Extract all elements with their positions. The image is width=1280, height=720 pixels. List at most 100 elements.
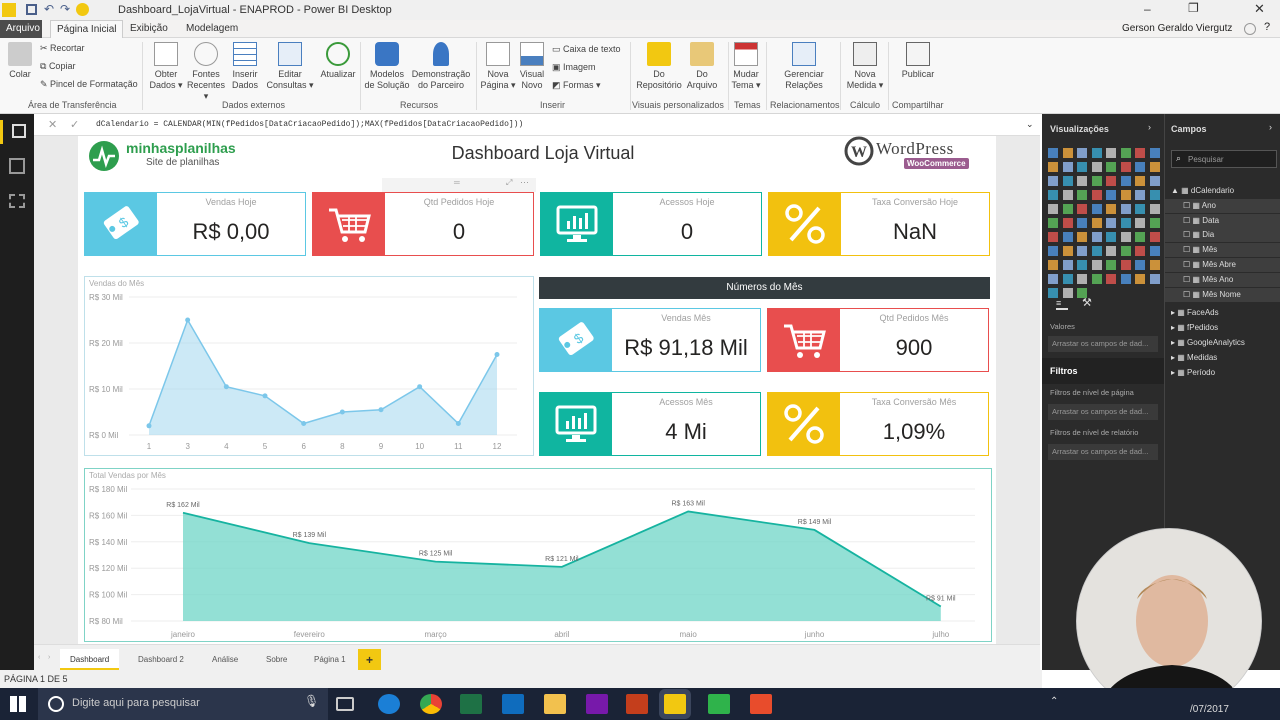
from-store-button[interactable]: Do Repositório xyxy=(634,42,684,91)
get-data-button[interactable]: Obter Dados ▾ xyxy=(148,42,184,91)
task-view-icon[interactable] xyxy=(336,697,354,711)
copy-button[interactable]: ⧉ Copiar xyxy=(40,61,75,72)
visual-type-icon[interactable] xyxy=(1062,204,1073,214)
notifications-chevron-icon[interactable]: ⌃ xyxy=(1050,696,1058,707)
visual-type-icon[interactable] xyxy=(1149,190,1160,200)
tab-dashboard[interactable]: Dashboard xyxy=(60,649,120,671)
smiley-feedback-icon[interactable] xyxy=(1244,23,1256,35)
visual-type-icon[interactable] xyxy=(1062,232,1073,242)
table-item[interactable]: ▸ ▦ Medidas xyxy=(1165,351,1280,365)
visual-type-icon[interactable] xyxy=(1048,148,1058,158)
shapes-button[interactable]: ◩ Formas ▾ xyxy=(552,80,601,91)
edge-icon[interactable] xyxy=(378,694,400,714)
powerbi-icon[interactable] xyxy=(664,694,686,714)
visual-type-icon[interactable] xyxy=(1091,176,1102,186)
more-options-icon[interactable]: ⋯ xyxy=(520,177,529,188)
data-point[interactable] xyxy=(185,317,191,323)
visual-type-icon[interactable] xyxy=(1120,148,1131,158)
data-point[interactable] xyxy=(417,384,423,390)
visual-type-icon[interactable] xyxy=(1062,148,1073,158)
excel-icon[interactable] xyxy=(460,694,482,714)
data-point[interactable] xyxy=(301,421,307,426)
tab-sobre[interactable]: Sobre xyxy=(256,649,297,671)
visual-type-icon[interactable] xyxy=(1149,176,1160,186)
solution-templates-button[interactable]: Modelos de Solução xyxy=(364,42,410,91)
smiley-icon[interactable] xyxy=(76,3,89,16)
data-point[interactable] xyxy=(339,409,345,415)
visual-type-icon[interactable] xyxy=(1135,204,1145,214)
visual-type-icon[interactable] xyxy=(1135,148,1145,158)
visual-type-icon[interactable] xyxy=(1062,260,1073,270)
visual-type-icon[interactable] xyxy=(1062,162,1073,172)
visual-type-icon[interactable] xyxy=(1077,176,1087,186)
save-icon[interactable] xyxy=(26,4,37,15)
monthly-sales-chart[interactable]: Vendas do Mês R$ 0 Mil R$ 10 Mil R$ 20 Mil… xyxy=(84,276,534,456)
enter-data-button[interactable]: Inserir Dados xyxy=(230,42,260,91)
visual-type-icon[interactable] xyxy=(1048,218,1058,228)
month-kpi-card[interactable]: Acessos Mês 4 Mi xyxy=(539,392,761,456)
visual-type-icon[interactable] xyxy=(1048,274,1058,284)
paste-button[interactable]: Colar xyxy=(8,42,32,80)
visual-type-icon[interactable] xyxy=(1149,232,1160,242)
visual-type-icon[interactable] xyxy=(1091,260,1102,270)
chrome-icon[interactable] xyxy=(420,694,442,714)
visual-type-icon[interactable] xyxy=(1048,190,1058,200)
visual-type-icon[interactable] xyxy=(1091,232,1102,242)
tab-analise[interactable]: Análise xyxy=(202,649,248,671)
data-point[interactable] xyxy=(223,384,229,390)
fields-tab-icon[interactable]: ≡ xyxy=(1056,298,1068,310)
visual-type-icon[interactable] xyxy=(1077,260,1087,270)
visual-type-icon[interactable] xyxy=(1120,246,1131,256)
windows-start-icon[interactable] xyxy=(10,696,26,712)
visual-type-icon[interactable] xyxy=(1048,204,1058,214)
switch-theme-button[interactable]: Mudar Tema ▾ xyxy=(730,42,762,91)
data-point[interactable] xyxy=(378,407,384,413)
help-icon[interactable]: ? xyxy=(1264,21,1270,33)
visual-type-icon[interactable] xyxy=(1120,176,1131,186)
data-point[interactable] xyxy=(146,423,152,429)
manage-relationships-button[interactable]: Gerenciar Relações xyxy=(780,42,828,91)
visual-type-icon[interactable] xyxy=(1149,204,1160,214)
scroll-left-icon[interactable]: ‹ xyxy=(38,654,40,661)
month-kpi-card[interactable]: Taxa Conversão Mês 1,09% xyxy=(767,392,989,456)
total-sales-chart[interactable]: Total Vendas por Mês R$ 80 Mil R$ 100 Mil… xyxy=(84,468,992,642)
collapse-viz-icon[interactable]: › xyxy=(1148,122,1151,132)
cancel-formula-icon[interactable]: ✕ xyxy=(48,114,57,136)
visual-type-icon[interactable] xyxy=(1106,232,1116,242)
visual-type-icon[interactable] xyxy=(1135,190,1145,200)
visual-type-icon[interactable] xyxy=(1077,148,1087,158)
camtasia-recorder-icon[interactable] xyxy=(708,694,730,714)
visual-type-icon[interactable] xyxy=(1135,232,1145,242)
visual-type-icon[interactable] xyxy=(1149,246,1160,256)
visual-type-icon[interactable] xyxy=(1091,246,1102,256)
visual-type-icon[interactable] xyxy=(1077,232,1087,242)
month-kpi-card[interactable]: $ Vendas Mês R$ 91,18 Mil xyxy=(539,308,761,372)
tab-view[interactable]: Exibição xyxy=(124,20,174,38)
new-visual-button[interactable]: Visual Novo xyxy=(518,42,546,91)
drag-handle-icon[interactable]: ═ xyxy=(454,178,460,187)
field-item[interactable]: ☐ ▦ Dia xyxy=(1165,228,1280,243)
focus-mode-icon[interactable]: ⤢ xyxy=(506,178,512,188)
visual-type-icon[interactable] xyxy=(1062,274,1073,284)
visual-type-icon[interactable] xyxy=(1120,260,1131,270)
format-painter-button[interactable]: ✎ Pincel de Formatação xyxy=(40,79,138,90)
taskbar-search[interactable]: Digite aqui para pesquisar 🎙 xyxy=(38,688,328,720)
scroll-right-icon[interactable]: › xyxy=(48,654,50,661)
visual-type-icon[interactable] xyxy=(1149,218,1160,228)
visual-type-icon[interactable] xyxy=(1062,218,1073,228)
relationships-view-icon[interactable] xyxy=(9,194,25,208)
visual-type-icon[interactable] xyxy=(1062,246,1073,256)
values-drop-zone[interactable]: Arrastar os campos de dad... xyxy=(1048,336,1158,352)
visual-type-icon[interactable] xyxy=(1048,288,1058,298)
today-kpi-card[interactable]: Acessos Hoje 0 xyxy=(540,192,762,256)
file-explorer-icon[interactable] xyxy=(544,694,566,714)
add-page-button[interactable]: + xyxy=(358,649,382,671)
app-icon[interactable] xyxy=(2,3,16,17)
powerpoint-icon[interactable] xyxy=(626,694,648,714)
expand-formula-icon[interactable]: ⌄ xyxy=(1026,114,1034,136)
visual-type-icon[interactable] xyxy=(1091,218,1102,228)
visual-type-icon[interactable] xyxy=(1149,274,1160,284)
outlook-icon[interactable] xyxy=(502,694,524,714)
visual-type-icon[interactable] xyxy=(1048,232,1058,242)
today-kpi-card[interactable]: $ Vendas Hoje R$ 0,00 xyxy=(84,192,306,256)
